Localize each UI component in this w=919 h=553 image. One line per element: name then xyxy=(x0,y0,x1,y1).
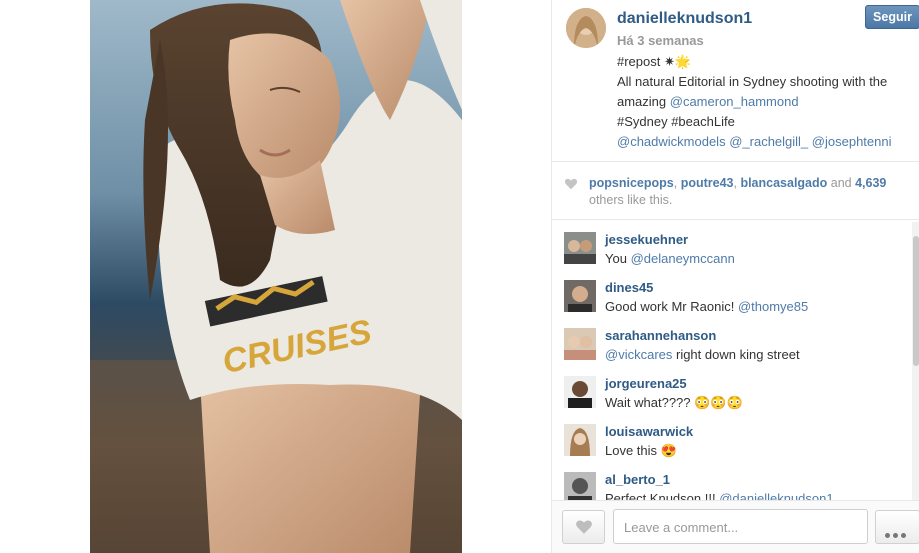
caption-line: #repost ✷🌟 xyxy=(617,54,692,69)
likes-count[interactable]: 4,639 xyxy=(855,176,886,190)
comment-text: Good work Mr Raonic! @thomye85 xyxy=(605,299,808,314)
comment-mention[interactable]: @thomye85 xyxy=(738,299,808,314)
more-dots-icon xyxy=(885,525,913,538)
comment-body: Love this 😍 xyxy=(605,443,677,458)
caption-mention[interactable]: @josephtenni xyxy=(812,134,892,149)
commenter-avatar-image xyxy=(564,280,596,312)
commenter-avatar[interactable] xyxy=(564,472,596,500)
commenter-avatar[interactable] xyxy=(564,376,596,408)
comment-text: @vickcares right down king street xyxy=(605,347,800,362)
author-avatar[interactable] xyxy=(566,8,606,48)
post-caption: #repost ✷🌟 All natural Editorial in Sydn… xyxy=(617,52,917,152)
like-button[interactable] xyxy=(562,510,605,544)
caption-line: @chadwickmodels @_rachelgill_ @josephten… xyxy=(617,132,917,152)
likes-summary: popsnicepops, poutre43, blancasalgado an… xyxy=(589,175,909,209)
commenter-username[interactable]: jessekuehner xyxy=(605,232,688,247)
comment-mention[interactable]: @vickcares xyxy=(605,347,672,362)
commenter-avatar-image xyxy=(564,328,596,360)
commenter-avatar[interactable] xyxy=(564,232,596,264)
comment-text: Wait what???? 😳😳😳 xyxy=(605,395,743,411)
photo-pane: CRUISES xyxy=(0,0,551,553)
comment-body: right down king street xyxy=(672,347,800,362)
commenter-username[interactable]: jorgeurena25 xyxy=(605,376,687,391)
caption-text: amazing xyxy=(617,94,670,109)
caption-hashtags[interactable]: #Sydney #beachLife xyxy=(617,112,917,132)
caption-mention[interactable]: @chadwickmodels xyxy=(617,134,726,149)
post-timestamp: Há 3 semanas xyxy=(617,33,704,48)
comment-body: Wait what???? 😳😳😳 xyxy=(605,395,743,410)
likes-separator: , xyxy=(673,176,681,190)
commenter-avatar-image xyxy=(564,424,596,456)
comment-item: louisawarwick Love this 😍 xyxy=(552,414,912,462)
heart-icon xyxy=(564,178,578,190)
post-sidebar: danielleknudson1 Seguir Há 3 semanas #re… xyxy=(551,0,919,553)
comment-body: You xyxy=(605,251,631,266)
caption-mention[interactable]: @_rachelgill_ xyxy=(729,134,808,149)
comment-item: jorgeurena25 Wait what???? 😳😳😳 xyxy=(552,366,912,414)
heart-icon xyxy=(576,520,592,534)
commenter-avatar[interactable] xyxy=(564,328,596,360)
comment-item: al_berto_1 Perfect Knudson !!! @danielle… xyxy=(552,462,912,500)
caption-line: All natural Editorial in Sydney shooting… xyxy=(617,74,888,89)
commenter-avatar-image xyxy=(564,232,596,264)
post-photo[interactable]: CRUISES xyxy=(90,0,462,553)
commenter-username[interactable]: dines45 xyxy=(605,280,653,295)
commenter-username[interactable]: sarahannehanson xyxy=(605,328,716,343)
more-options-button[interactable] xyxy=(875,510,919,544)
liker-username[interactable]: blancasalgado xyxy=(740,176,827,190)
post-header: danielleknudson1 Seguir Há 3 semanas #re… xyxy=(552,0,919,162)
comment-mention[interactable]: @danielleknudson1 xyxy=(719,491,833,500)
caption-mention[interactable]: @cameron_hammond xyxy=(670,94,799,109)
liker-username[interactable]: popsnicepops xyxy=(589,176,674,190)
comment-text: You @delaneymccann xyxy=(605,251,735,266)
commenter-avatar-image xyxy=(564,376,596,408)
scrollbar-thumb[interactable] xyxy=(913,236,919,366)
comment-item: sarahannehanson @vickcares right down ki… xyxy=(552,318,912,366)
instagram-post-viewer: CRUISES danielleknudson1 Seguir Há 3 sem… xyxy=(0,0,919,553)
likes-suffix: others like this. xyxy=(589,193,673,207)
comment-item: jessekuehner You @delaneymccann xyxy=(552,222,912,270)
commenter-avatar[interactable] xyxy=(564,280,596,312)
comments-list: jessekuehner You @delaneymccann dines45 … xyxy=(552,222,912,500)
comment-body: Good work Mr Raonic! xyxy=(605,299,738,314)
likes-and: and xyxy=(827,176,856,190)
comment-input-placeholder: Leave a comment... xyxy=(624,520,739,535)
comment-text: Love this 😍 xyxy=(605,443,677,459)
commenter-username[interactable]: al_berto_1 xyxy=(605,472,670,487)
author-username[interactable]: danielleknudson1 xyxy=(617,10,752,28)
likes-section: popsnicepops, poutre43, blancasalgado an… xyxy=(552,170,919,220)
comment-composer: Leave a comment... xyxy=(552,500,919,553)
commenter-avatar-image xyxy=(564,472,596,500)
caption-line: amazing @cameron_hammond xyxy=(617,92,917,112)
commenter-username[interactable]: louisawarwick xyxy=(605,424,693,439)
comment-mention[interactable]: @delaneymccann xyxy=(631,251,735,266)
comment-input[interactable]: Leave a comment... xyxy=(613,509,868,544)
liker-username[interactable]: poutre43 xyxy=(681,176,734,190)
author-avatar-image xyxy=(566,8,606,48)
comments-scrollbar[interactable] xyxy=(912,222,919,500)
comment-body: Perfect Knudson !!! xyxy=(605,491,720,500)
follow-button[interactable]: Seguir xyxy=(865,5,919,29)
comment-item: dines45 Good work Mr Raonic! @thomye85 xyxy=(552,270,912,318)
post-photo-art: CRUISES xyxy=(90,0,462,553)
commenter-avatar[interactable] xyxy=(564,424,596,456)
comment-text: Perfect Knudson !!! @danielleknudson1 xyxy=(605,491,834,500)
